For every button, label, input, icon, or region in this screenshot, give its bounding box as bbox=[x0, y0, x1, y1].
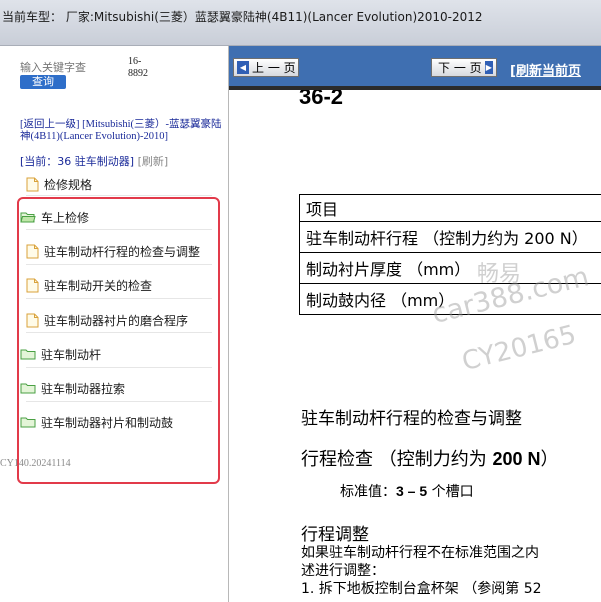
page-number: 36-2 bbox=[299, 86, 344, 109]
watermark-text: CY20165 bbox=[459, 319, 580, 378]
adjust-body: 如果驻车制动杆行程不在标准范围之内 bbox=[301, 545, 539, 561]
refresh-link[interactable]: [刷新] bbox=[138, 155, 169, 168]
arrow-right-icon: ▶ bbox=[484, 61, 493, 74]
check-heading-prefix: 行程检查 （控制力约为 bbox=[301, 449, 493, 470]
adjust-step: 1. 拆下地板控制台盒杯架 （参阅第 52 bbox=[301, 581, 542, 597]
standard-range: 3 – 5 bbox=[396, 483, 428, 499]
tree-item-label: 检修规格 bbox=[44, 177, 93, 192]
current-prefix: [当前： bbox=[20, 155, 58, 168]
footer-code: CY140.20241114 bbox=[0, 458, 71, 469]
standard-value: 标准值：3 – 5 个槽口 bbox=[340, 481, 474, 501]
document-viewer: ◀ 上 一 页 下 一 页 ▶ [刷新当前页 36-2 项目 驻车制动杆行程 （… bbox=[229, 46, 601, 602]
page-range: 16-8892 bbox=[128, 56, 148, 79]
prev-page-label: 上 一 页 bbox=[252, 61, 296, 75]
back-link[interactable]: [返回上一级] bbox=[20, 119, 80, 130]
check-heading-suffix: ） bbox=[540, 449, 559, 470]
table-header: 项目 bbox=[299, 194, 601, 222]
adjust-body: 述进行调整： bbox=[301, 563, 385, 579]
sidebar: 查询 16-8892 [返回上一级] [Mitsubishi(三菱）-蓝瑟翼豪陆… bbox=[0, 46, 229, 602]
check-heading-value: 200 N bbox=[492, 449, 541, 469]
table-row: 项目 bbox=[299, 194, 601, 222]
table-row: 驻车制动杆行程 （控制力约为 200 N） bbox=[299, 221, 601, 253]
standard-suffix: 个槽口 bbox=[427, 484, 474, 500]
search-button[interactable]: 查询 bbox=[20, 75, 66, 89]
page-toolbar: ◀ 上 一 页 下 一 页 ▶ [刷新当前页 bbox=[229, 46, 601, 86]
window-title: 当前车型： 厂家:Mitsubishi(三菱）蓝瑟翼豪陆神(4B11)(Lanc… bbox=[2, 10, 483, 24]
breadcrumb: [返回上一级] [Mitsubishi(三菱）-蓝瑟翼豪陆神(4B11)(Lan… bbox=[20, 119, 225, 143]
check-heading: 行程检查 （控制力约为 200 N） bbox=[301, 445, 559, 471]
tree-item-inspection-specs[interactable]: 检修规格 bbox=[26, 174, 92, 194]
section-title: 驻车制动杆行程的检查与调整 bbox=[301, 409, 522, 429]
refresh-page-link[interactable]: [刷新当前页 bbox=[510, 60, 581, 79]
title-bar: 当前车型： 厂家:Mitsubishi(三菱）蓝瑟翼豪陆神(4B11)(Lanc… bbox=[0, 0, 601, 46]
current-value: 36 驻车制动器 bbox=[57, 155, 130, 168]
document-page: 36-2 项目 驻车制动杆行程 （控制力约为 200 N） 制动衬片厚度 （mm… bbox=[229, 86, 601, 602]
document-icon bbox=[26, 177, 39, 191]
next-page-button[interactable]: 下 一 页 ▶ bbox=[431, 58, 497, 77]
next-page-label: 下 一 页 bbox=[438, 61, 482, 75]
search-input[interactable] bbox=[20, 58, 98, 76]
divider bbox=[26, 195, 212, 196]
current-section: [当前：36 驻车制动器] [刷新] bbox=[20, 153, 225, 169]
table-cell: 驻车制动杆行程 （控制力约为 200 N） bbox=[299, 221, 601, 253]
standard-prefix: 标准值： bbox=[340, 484, 396, 500]
prev-page-button[interactable]: ◀ 上 一 页 bbox=[233, 58, 299, 77]
arrow-left-icon: ◀ bbox=[237, 61, 249, 74]
highlight-box bbox=[17, 197, 220, 484]
current-suffix: ] bbox=[129, 155, 135, 168]
